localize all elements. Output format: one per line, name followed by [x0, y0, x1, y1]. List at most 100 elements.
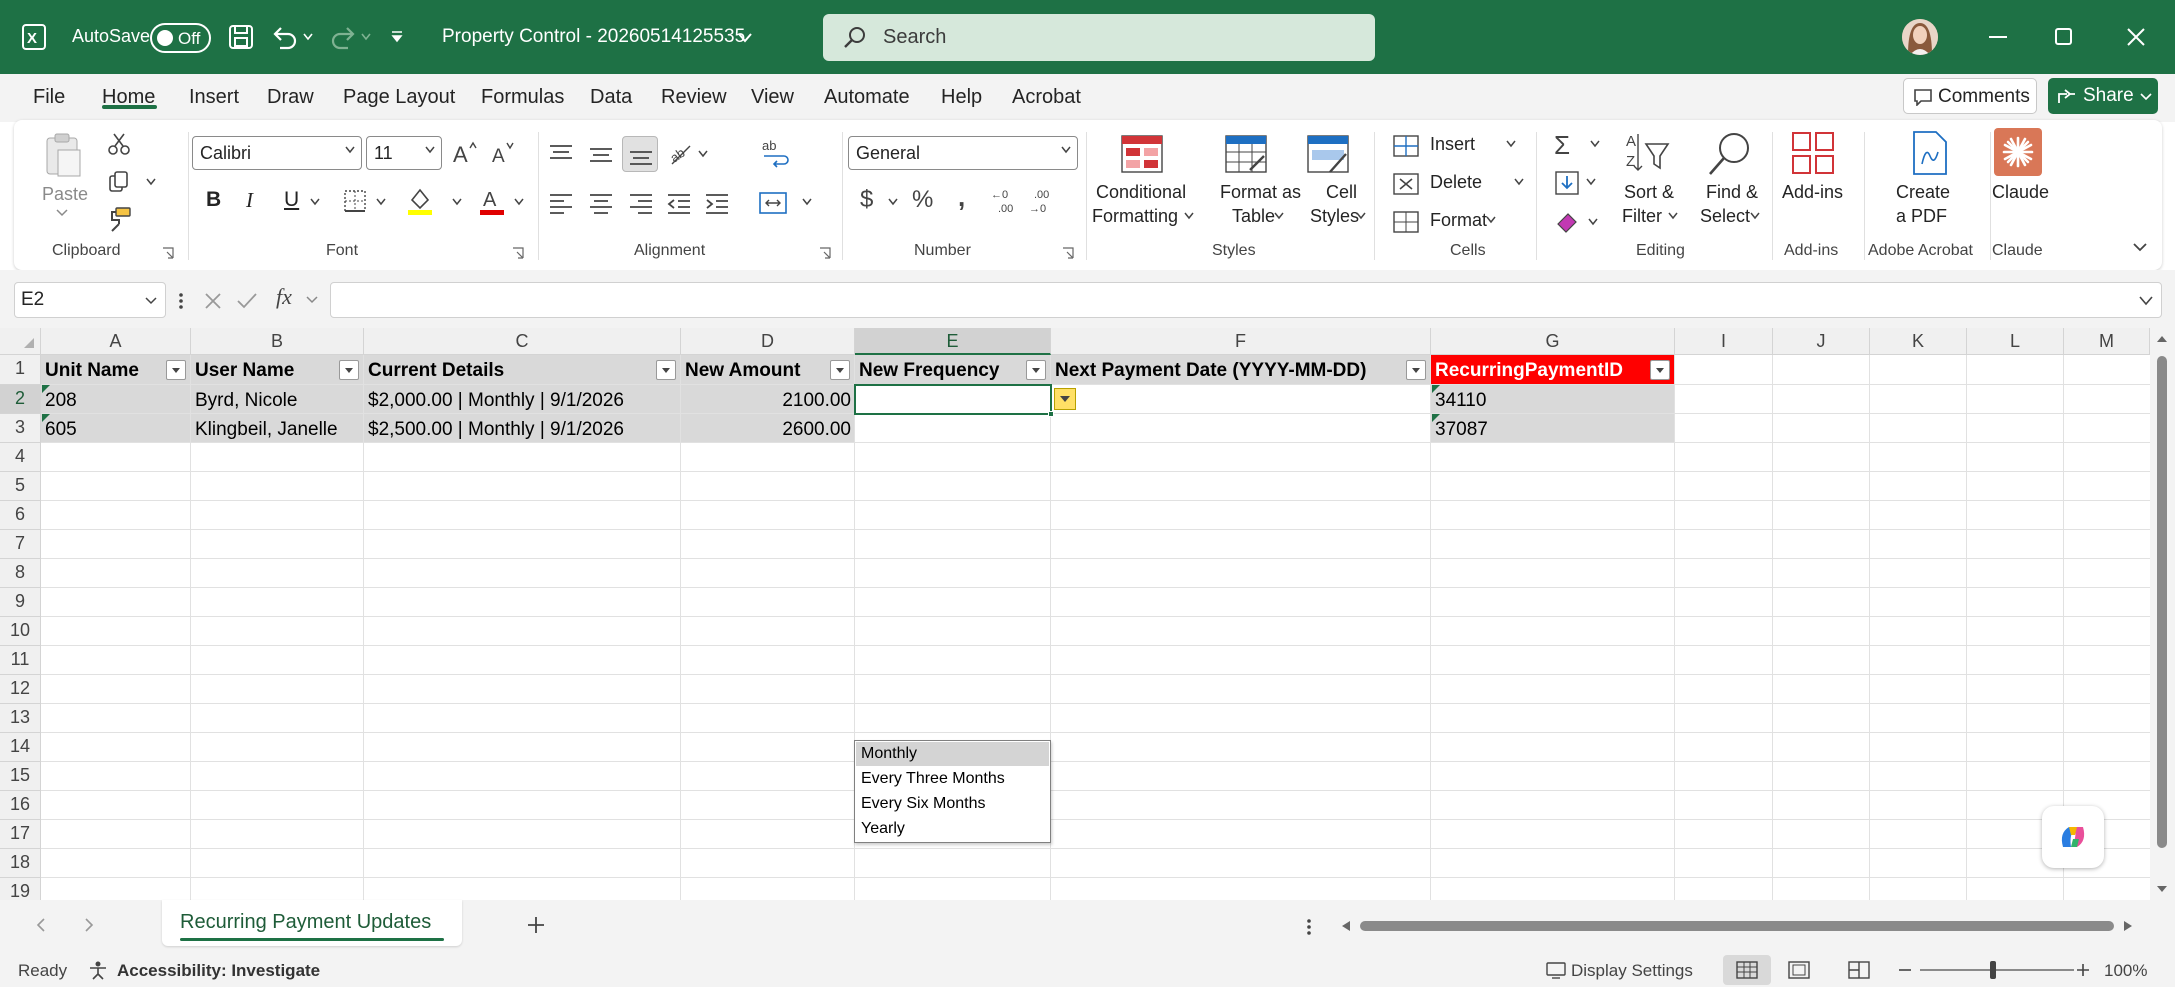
fill-color-icon[interactable]	[406, 186, 434, 216]
accessibility-status[interactable]: Accessibility: Investigate	[117, 961, 320, 981]
conditional-formatting-label-1[interactable]: Conditional	[1096, 182, 1186, 203]
italic-button[interactable]: I	[246, 188, 253, 213]
chevron-down-icon[interactable]	[1506, 140, 1516, 148]
menu-draw[interactable]: Draw	[267, 86, 314, 109]
table-cell[interactable]: Byrd, Nicole	[191, 385, 364, 414]
font-color-icon[interactable]: A	[478, 186, 506, 216]
active-cell-e2[interactable]	[854, 384, 1052, 415]
alignment-launcher-icon[interactable]	[819, 247, 831, 259]
row-header[interactable]: 12	[0, 675, 41, 704]
format-as-table-icon[interactable]	[1224, 134, 1268, 174]
align-right-icon[interactable]	[628, 192, 654, 214]
autosave-toggle[interactable]: Off	[150, 23, 211, 53]
clear-icon[interactable]	[1554, 208, 1580, 234]
menu-page-layout[interactable]: Page Layout	[343, 86, 455, 109]
table-cell[interactable]: $2,500.00 | Monthly | 9/1/2026	[364, 414, 681, 443]
table-header-cell[interactable]: Next Payment Date (YYYY-MM-DD)	[1051, 355, 1406, 384]
currency-icon[interactable]: $	[860, 186, 873, 214]
zoom-level[interactable]: 100%	[2104, 961, 2147, 981]
zoom-out-icon[interactable]	[1898, 968, 1912, 972]
claude-button[interactable]	[1994, 128, 2042, 176]
font-size-select[interactable]: 11	[366, 136, 442, 170]
sort-filter-label-1[interactable]: Sort &	[1624, 182, 1674, 203]
fill-down-icon[interactable]	[1554, 170, 1580, 196]
more-options-icon[interactable]	[178, 292, 184, 310]
row-header[interactable]: 2	[0, 385, 41, 414]
align-middle-icon[interactable]	[588, 144, 614, 166]
filter-button[interactable]	[830, 360, 850, 380]
dropdown-option[interactable]: Monthly	[856, 742, 1049, 766]
add-ins-label[interactable]: Add-ins	[1782, 182, 1843, 203]
delete-cells-icon[interactable]	[1392, 172, 1420, 196]
find-select-label-2[interactable]: Select	[1700, 206, 1750, 227]
filter-button[interactable]	[1026, 360, 1046, 380]
dropdown-option[interactable]: Every Three Months	[856, 767, 1049, 791]
decrease-font-icon[interactable]: A	[490, 140, 516, 166]
row-header[interactable]: 1	[0, 355, 41, 385]
vertical-scrollbar[interactable]	[2150, 328, 2175, 900]
format-cells-label[interactable]: Format	[1430, 210, 1487, 231]
clipboard-launcher-icon[interactable]	[162, 247, 174, 259]
merge-chevron-icon[interactable]	[802, 198, 812, 206]
row-header[interactable]: 13	[0, 704, 41, 733]
menu-automate[interactable]: Automate	[824, 86, 910, 109]
insert-cells-label[interactable]: Insert	[1430, 134, 1475, 155]
find-select-icon[interactable]	[1706, 130, 1752, 178]
confirm-entry-icon[interactable]	[236, 292, 258, 310]
comments-button[interactable]: Comments	[1903, 78, 2037, 114]
tab-options-icon[interactable]	[1306, 918, 1312, 936]
row-header[interactable]: 7	[0, 530, 41, 559]
row-header[interactable]: 18	[0, 849, 41, 878]
table-header-cell[interactable]: User Name	[191, 355, 339, 384]
sort-filter-label-2[interactable]: Filter	[1622, 206, 1662, 227]
table-cell[interactable]: 605	[41, 414, 191, 443]
font-color-chevron-icon[interactable]	[514, 198, 524, 206]
sort-filter-icon[interactable]: AZ	[1624, 130, 1670, 178]
align-center-icon[interactable]	[588, 192, 614, 214]
dropdown-option[interactable]: Yearly	[856, 817, 1049, 841]
row-header[interactable]: 3	[0, 414, 41, 443]
column-header-m[interactable]: M	[2064, 328, 2150, 355]
fill-handle[interactable]	[1048, 411, 1054, 417]
column-header-i[interactable]: I	[1675, 328, 1773, 355]
close-icon[interactable]	[2127, 28, 2145, 46]
chevron-down-icon[interactable]	[1586, 178, 1596, 186]
column-header-l[interactable]: L	[1967, 328, 2064, 355]
column-header-c[interactable]: C	[364, 328, 681, 355]
copy-icon[interactable]	[108, 170, 130, 194]
number-launcher-icon[interactable]	[1062, 247, 1074, 259]
search-box[interactable]: Search	[823, 14, 1375, 61]
filter-button[interactable]	[1650, 360, 1670, 380]
display-settings-label[interactable]: Display Settings	[1571, 961, 1693, 981]
page-layout-view-icon[interactable]	[1788, 961, 1810, 979]
menu-insert[interactable]: Insert	[189, 86, 239, 109]
increase-indent-icon[interactable]	[704, 192, 730, 214]
filter-button[interactable]	[339, 360, 359, 380]
paste-chevron-icon[interactable]	[56, 209, 68, 217]
row-header[interactable]: 4	[0, 443, 41, 472]
scroll-right-icon[interactable]	[2122, 919, 2134, 933]
table-cell[interactable]: 37087	[1431, 414, 1675, 443]
find-select-label-1[interactable]: Find &	[1706, 182, 1758, 203]
table-cell[interactable]: $2,000.00 | Monthly | 9/1/2026	[364, 385, 681, 414]
cell-styles-icon[interactable]	[1306, 134, 1350, 174]
row-header[interactable]: 10	[0, 617, 41, 646]
decrease-indent-icon[interactable]	[666, 192, 692, 214]
table-header-cell[interactable]: New Frequency	[855, 355, 1026, 384]
number-format-select[interactable]: General	[848, 136, 1078, 170]
column-header-b[interactable]: B	[191, 328, 364, 355]
save-icon[interactable]	[228, 24, 254, 50]
sheet-tab-active[interactable]: Recurring Payment Updates	[162, 900, 462, 946]
scroll-down-icon[interactable]	[2156, 884, 2168, 894]
table-cell[interactable]	[855, 414, 1051, 443]
align-bottom-button[interactable]	[622, 136, 658, 172]
maximize-icon[interactable]	[2055, 28, 2073, 46]
row-header[interactable]: 17	[0, 820, 41, 849]
ribbon-collapse-icon[interactable]	[2132, 242, 2148, 254]
table-cell[interactable]: 208	[41, 385, 191, 414]
column-header-f[interactable]: F	[1051, 328, 1431, 355]
increase-font-icon[interactable]: A	[452, 140, 478, 166]
underline-button[interactable]: U	[284, 188, 299, 212]
display-settings-icon[interactable]	[1545, 961, 1567, 979]
table-header-cell[interactable]: Unit Name	[41, 355, 165, 384]
